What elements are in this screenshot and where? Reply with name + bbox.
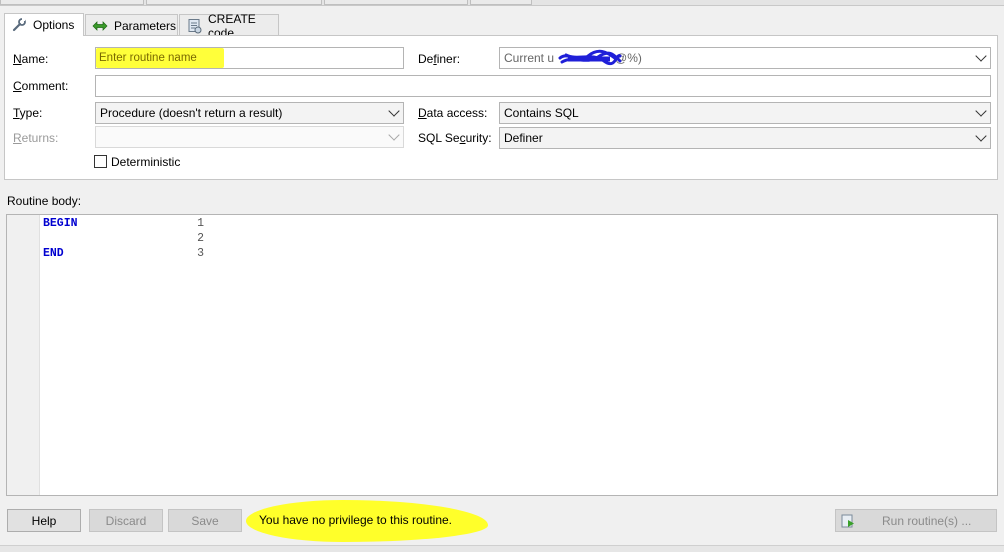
outer-tab-strip bbox=[0, 0, 1004, 6]
deterministic-label: Deterministic bbox=[111, 155, 181, 169]
type-value: Procedure (doesn't return a result) bbox=[100, 106, 283, 120]
chevron-down-icon bbox=[388, 105, 400, 117]
script-icon bbox=[186, 18, 202, 34]
data-access-select[interactable]: Contains SQL bbox=[499, 102, 991, 124]
wrench-icon bbox=[11, 17, 27, 33]
outer-tab[interactable] bbox=[146, 0, 322, 5]
definer-select[interactable]: Current u @%) bbox=[499, 47, 991, 69]
code-text: BEGIN bbox=[43, 217, 78, 230]
tab-options[interactable]: Options bbox=[4, 13, 84, 36]
outer-tab[interactable] bbox=[470, 0, 532, 5]
status-message: You have no privilege to this routine. bbox=[259, 513, 453, 527]
chevron-down-icon bbox=[388, 129, 400, 141]
save-button[interactable]: Save bbox=[168, 509, 242, 532]
comment-label: Comment: bbox=[13, 79, 69, 93]
name-input[interactable] bbox=[96, 52, 403, 64]
options-panel: Name: Comment: Type: Returns: Procedure … bbox=[4, 35, 998, 180]
data-access-value: Contains SQL bbox=[504, 106, 579, 120]
chevron-down-icon bbox=[975, 130, 987, 142]
code-line: 1 BEGIN bbox=[7, 217, 207, 232]
tab-parameters[interactable]: Parameters bbox=[85, 14, 178, 36]
discard-button[interactable]: Discard bbox=[89, 509, 163, 532]
returns-label: Returns: bbox=[13, 131, 59, 145]
definer-label: Definer: bbox=[418, 52, 461, 66]
data-access-label: Data access: bbox=[418, 106, 488, 120]
chevron-down-icon bbox=[975, 105, 987, 117]
tab-create-code[interactable]: CREATE code bbox=[179, 12, 279, 40]
outer-tab[interactable] bbox=[324, 0, 468, 5]
code-text: END bbox=[43, 247, 64, 260]
definer-value-prefix: Current u bbox=[504, 51, 555, 65]
run-routine-label: Run routine(s) ... bbox=[882, 513, 972, 528]
help-button[interactable]: Help bbox=[7, 509, 81, 532]
bottom-strip bbox=[0, 545, 1004, 552]
name-field[interactable] bbox=[95, 47, 404, 69]
name-label: Name: bbox=[13, 52, 49, 66]
tab-parameters-label: Parameters bbox=[114, 18, 177, 33]
sql-security-value: Definer bbox=[504, 131, 543, 145]
run-icon bbox=[840, 513, 856, 529]
comment-input[interactable] bbox=[95, 75, 991, 97]
run-routine-button[interactable]: Run routine(s) ... bbox=[835, 509, 997, 532]
chevron-down-icon bbox=[975, 50, 987, 62]
routine-body-editor[interactable]: 1 BEGIN 2 3 END bbox=[6, 214, 998, 496]
sql-security-label: SQL Security: bbox=[418, 131, 492, 145]
redaction-scribble bbox=[558, 49, 622, 66]
routine-body-label: Routine body: bbox=[7, 194, 82, 208]
type-select[interactable]: Procedure (doesn't return a result) bbox=[95, 102, 404, 124]
line-number: 2 bbox=[197, 232, 204, 245]
sql-security-select[interactable]: Definer bbox=[499, 127, 991, 149]
line-number: 1 bbox=[197, 217, 204, 230]
code-line: 3 END bbox=[7, 247, 207, 262]
tab-options-label: Options bbox=[33, 18, 75, 32]
line-number: 3 bbox=[197, 247, 204, 260]
returns-select bbox=[95, 126, 404, 148]
deterministic-checkbox[interactable] bbox=[94, 155, 107, 168]
outer-tab[interactable] bbox=[0, 0, 144, 5]
arrows-icon bbox=[92, 18, 108, 34]
code-line: 2 bbox=[7, 232, 207, 247]
type-label: Type: bbox=[13, 106, 43, 120]
